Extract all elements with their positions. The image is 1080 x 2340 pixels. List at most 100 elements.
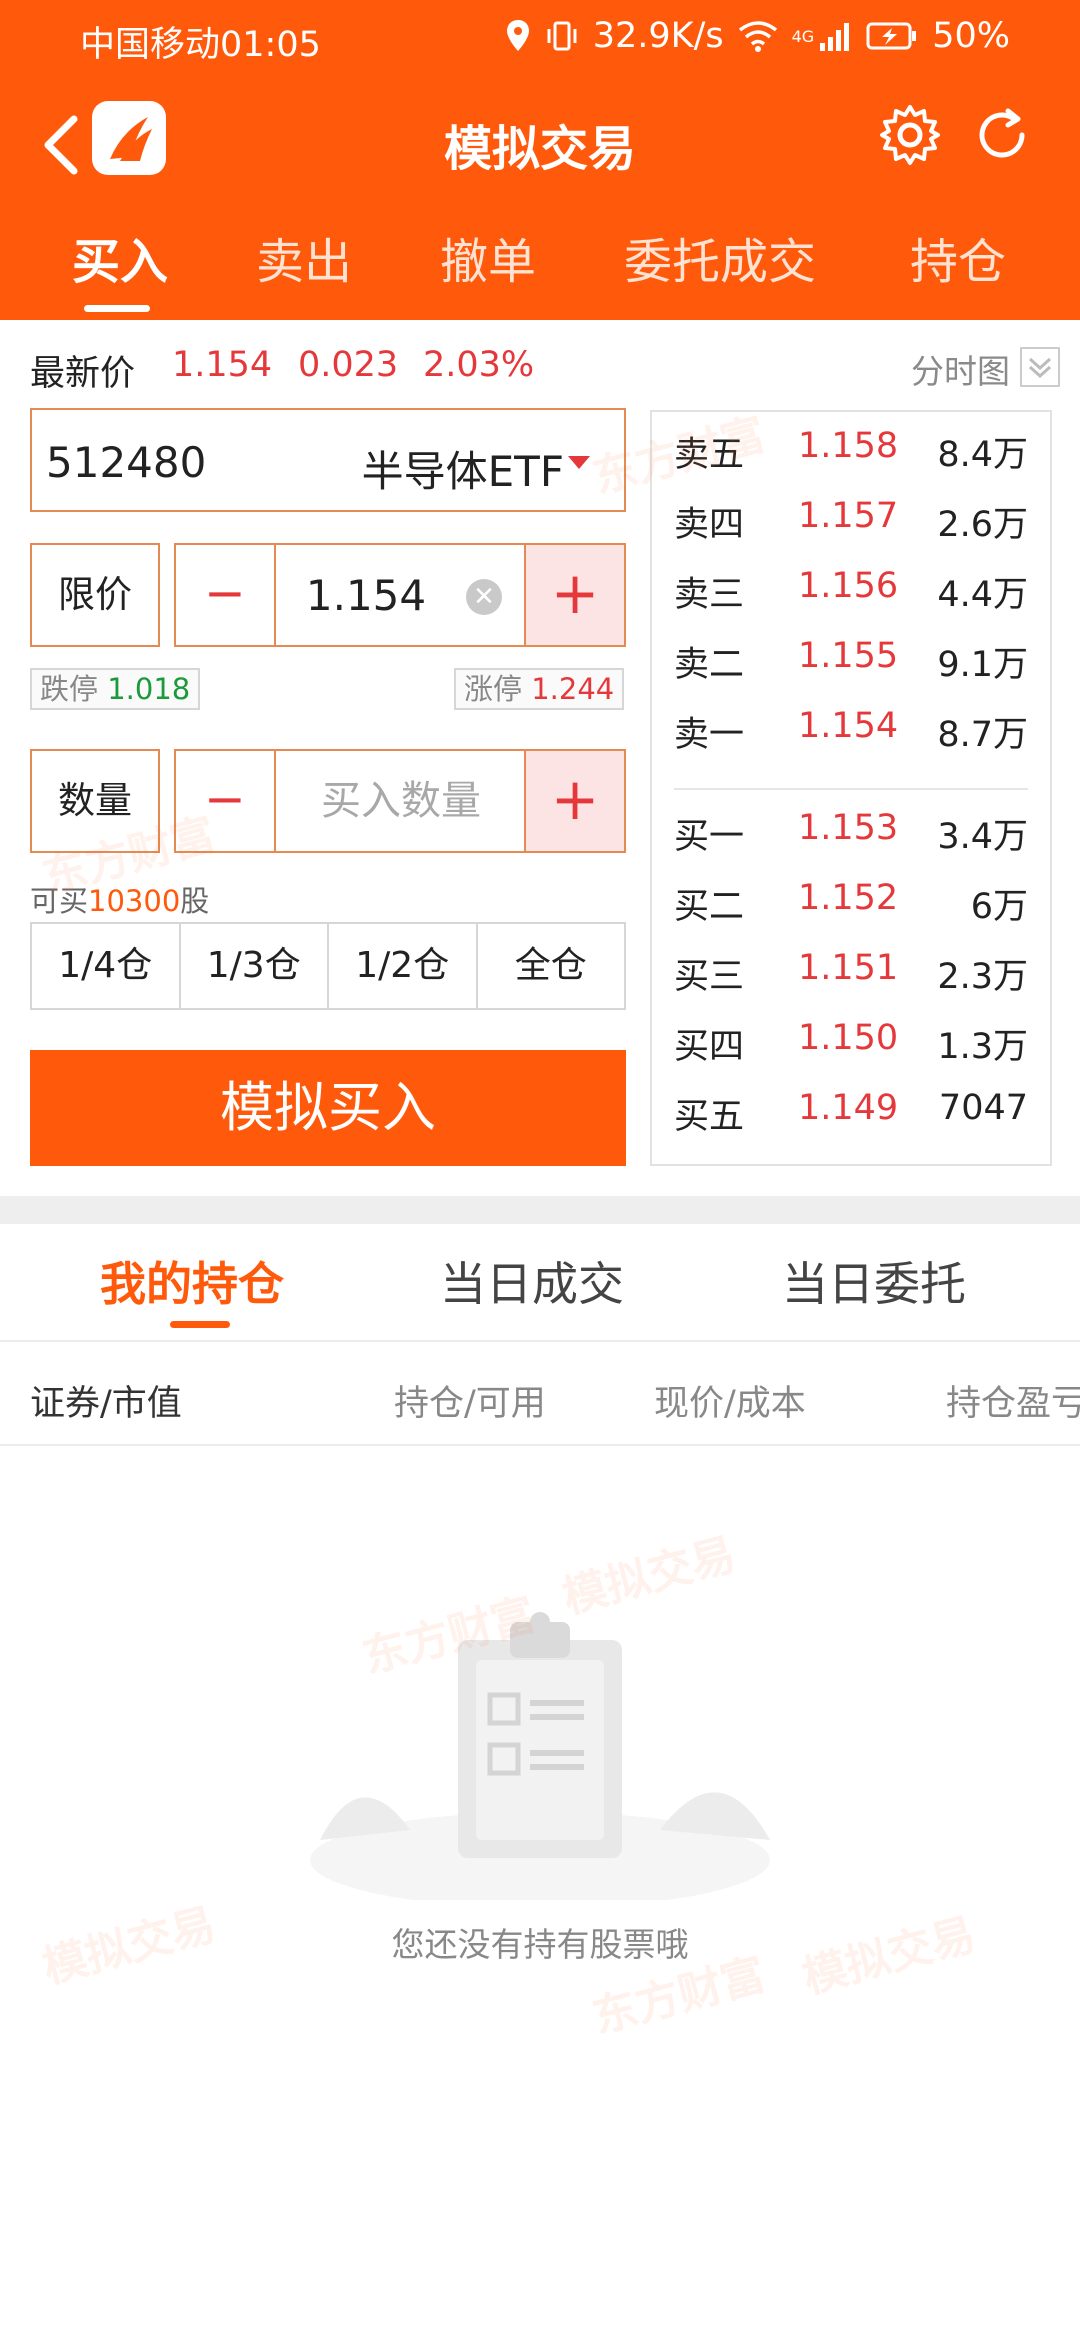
bid-price: 1.153 — [798, 808, 899, 848]
net-speed: 32.9K/s — [592, 16, 724, 56]
ask-level-label: 卖四 — [674, 505, 745, 545]
latest-quote: 最新价 1.154 0.023 2.03% 分时图 — [30, 345, 1060, 394]
available-to-buy: 可买10300股 — [30, 878, 209, 920]
bid-volume: 3.4万 — [937, 817, 1028, 857]
ask-price: 1.157 — [798, 496, 899, 536]
settings-gear-icon[interactable] — [878, 103, 942, 167]
avail-suffix: 股 — [180, 884, 210, 918]
col-price-cost: 现价/成本 — [654, 1384, 806, 1424]
bid-level-label: 买三 — [674, 957, 745, 997]
price-stepper: − 1.154 ✕ + — [174, 543, 626, 647]
vibrate-icon — [547, 21, 577, 51]
carrier-time: 中国移动01:05 — [80, 25, 321, 65]
limit-down-tag: 跌停 1.018 — [30, 668, 201, 710]
avail-number: 10300 — [88, 884, 181, 918]
app-header: 中国移动01:05 32.9K/s 4G 50% 模拟交易 买入 卖出 撤单 委… — [0, 0, 1080, 320]
ask-volume: 4.4万 — [937, 575, 1028, 615]
tab-cancel[interactable]: 撤单 — [440, 222, 536, 292]
bid-row-4[interactable]: 买四 1.150 1.3万 — [652, 1004, 1050, 1074]
bid-price: 1.152 — [798, 878, 899, 918]
ask-row-1[interactable]: 卖一 1.154 8.7万 — [652, 692, 1050, 762]
bid-volume: 7047 — [938, 1088, 1028, 1128]
ask-price: 1.158 — [798, 426, 899, 466]
tab-orders-trades[interactable]: 委托成交 — [624, 222, 816, 292]
tab-positions[interactable]: 持仓 — [910, 222, 1006, 292]
limit-down-value[interactable]: 1.018 — [107, 672, 190, 706]
battery-level: 50% — [932, 16, 1010, 56]
status-bar: 中国移动01:05 32.9K/s 4G 50% — [0, 0, 1080, 75]
price-change-pct: 2.03% — [423, 345, 535, 385]
book-divider — [674, 788, 1028, 790]
ask-volume: 8.7万 — [937, 715, 1028, 755]
price-change: 0.023 — [298, 345, 399, 385]
divider — [0, 1444, 1080, 1446]
limit-up-value[interactable]: 1.244 — [531, 672, 614, 706]
bid-volume: 2.3万 — [937, 957, 1028, 997]
bid-volume: 1.3万 — [937, 1027, 1028, 1067]
empty-state-text: 您还没有持有股票哦 — [391, 1925, 689, 1964]
bid-level-label: 买一 — [674, 817, 745, 857]
col-holding-available: 持仓/可用 — [394, 1384, 546, 1424]
quantity-input[interactable] — [276, 751, 526, 851]
title-bar: 模拟交易 — [0, 95, 1080, 195]
ask-row-2[interactable]: 卖二 1.155 9.1万 — [652, 622, 1050, 692]
stock-selector[interactable]: 512480 半导体ETF — [30, 408, 626, 512]
tab-today-orders[interactable]: 当日委托 — [782, 1248, 966, 1314]
limit-down-label: 跌停 — [40, 672, 99, 706]
limit-up-tag: 涨停 1.244 — [454, 668, 625, 710]
expand-chart-button[interactable] — [1020, 347, 1060, 387]
chevron-down-icon — [1028, 357, 1052, 379]
bid-level-label: 买四 — [674, 1027, 745, 1067]
wifi-icon — [738, 21, 777, 52]
tab-my-positions[interactable]: 我的持仓 — [100, 1248, 284, 1314]
simulated-buy-button[interactable]: 模拟买入 — [30, 1050, 626, 1166]
bid-price: 1.149 — [798, 1088, 899, 1128]
tab-buy[interactable]: 买入 — [72, 222, 168, 292]
price-decrease-button[interactable]: − — [176, 545, 276, 645]
trade-tabs: 买入 卖出 撤单 委托成交 持仓 — [0, 222, 1080, 320]
network-type: 4G — [791, 26, 815, 46]
section-separator — [0, 1196, 1080, 1224]
bid-row-5[interactable]: 买五 1.149 7047 — [652, 1074, 1050, 1144]
bottom-active-tab-indicator — [170, 1321, 230, 1328]
full-position-button[interactable]: 全仓 — [478, 924, 625, 1008]
bid-volume: 6万 — [970, 887, 1028, 927]
order-book: 卖五 1.158 8.4万 卖四 1.157 2.6万 卖三 1.156 4.4万 卖二 1.… — [650, 410, 1052, 1166]
refresh-icon[interactable] — [970, 103, 1034, 167]
quantity-increase-button[interactable]: + — [524, 751, 624, 851]
dropdown-caret-icon — [568, 456, 590, 469]
status-icons: 32.9K/s 4G 50% — [505, 16, 1010, 56]
ask-level-label: 卖五 — [674, 435, 745, 475]
price-type-selector[interactable]: 限价 — [30, 543, 160, 647]
ask-volume: 8.4万 — [937, 435, 1028, 475]
bid-price: 1.151 — [798, 948, 899, 988]
quantity-label: 数量 — [30, 749, 160, 853]
ask-row-5[interactable]: 卖五 1.158 8.4万 — [652, 412, 1050, 482]
latest-price-label: 最新价 — [30, 354, 136, 394]
stock-code: 512480 — [46, 438, 207, 487]
col-security-value: 证券/市值 — [30, 1375, 182, 1426]
ask-level-label: 卖一 — [674, 715, 745, 755]
ask-row-3[interactable]: 卖三 1.156 4.4万 — [652, 552, 1050, 622]
avail-prefix: 可买 — [30, 884, 89, 918]
ask-price: 1.155 — [798, 636, 899, 676]
signal-icon — [820, 23, 850, 51]
bid-row-1[interactable]: 买一 1.153 3.4万 — [652, 794, 1050, 864]
intraday-chart-link[interactable]: 分时图 — [911, 345, 1010, 393]
ask-row-4[interactable]: 卖四 1.157 2.6万 — [652, 482, 1050, 552]
quarter-position-button[interactable]: 1/4仓 — [32, 924, 181, 1008]
stock-name: 半导体ETF — [361, 447, 564, 496]
bid-row-2[interactable]: 买二 1.152 6万 — [652, 864, 1050, 934]
third-position-button[interactable]: 1/3仓 — [181, 924, 329, 1008]
price-value[interactable]: 1.154 — [276, 571, 456, 620]
ask-volume: 2.6万 — [937, 505, 1028, 545]
position-shortcuts: 1/4仓 1/3仓 1/2仓 全仓 — [30, 922, 626, 1010]
half-position-button[interactable]: 1/2仓 — [329, 924, 478, 1008]
latest-price: 1.154 — [172, 345, 273, 385]
tab-sell[interactable]: 卖出 — [256, 222, 352, 292]
price-increase-button[interactable]: + — [524, 545, 624, 645]
tab-today-trades[interactable]: 当日成交 — [440, 1248, 624, 1314]
quantity-decrease-button[interactable]: − — [176, 751, 276, 851]
clear-price-icon[interactable]: ✕ — [466, 579, 502, 615]
bid-row-3[interactable]: 买三 1.151 2.3万 — [652, 934, 1050, 1004]
